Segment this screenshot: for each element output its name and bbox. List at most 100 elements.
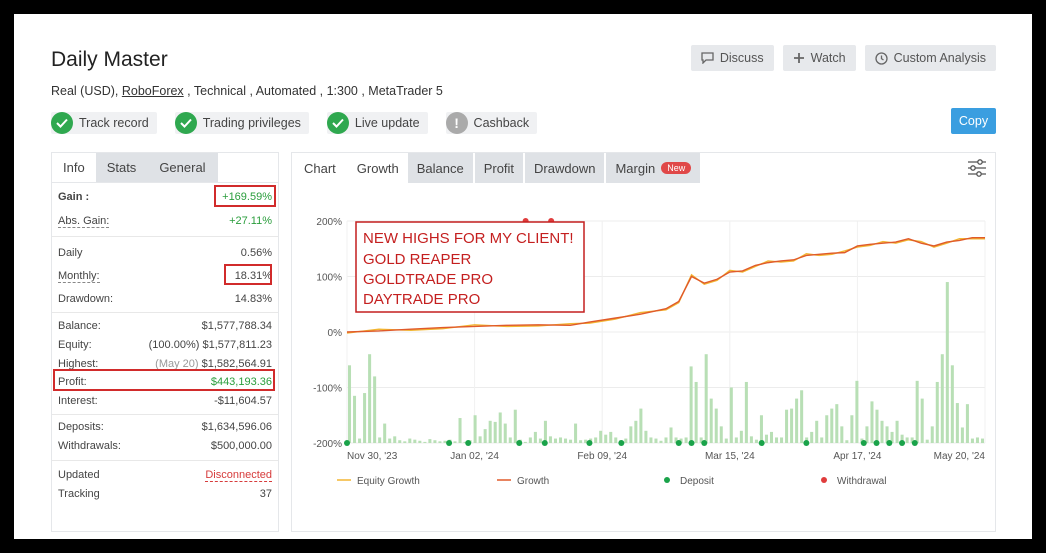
legend-swatch bbox=[821, 477, 827, 483]
stat-interest: Interest: -$11,604.57 bbox=[58, 395, 272, 407]
bar bbox=[564, 438, 568, 443]
bar bbox=[825, 415, 829, 443]
filter-settings-icon[interactable] bbox=[967, 159, 987, 177]
bar bbox=[388, 438, 392, 443]
bar bbox=[775, 437, 779, 443]
bar bbox=[569, 439, 573, 443]
tab-balance[interactable]: Balance bbox=[407, 153, 473, 183]
stat-deposits: Deposits: $1,634,596.06 bbox=[58, 421, 272, 433]
page-frame: Daily Master Real (USD), RoboForex , Tec… bbox=[14, 14, 1032, 539]
bar bbox=[533, 431, 537, 443]
tab-profit[interactable]: Profit bbox=[474, 153, 524, 183]
badge-live-update[interactable]: Live update bbox=[326, 112, 428, 134]
bar bbox=[483, 429, 487, 443]
bar bbox=[724, 438, 728, 443]
bar bbox=[704, 354, 708, 443]
bar bbox=[810, 431, 814, 443]
bar bbox=[373, 376, 377, 443]
bar bbox=[744, 381, 748, 443]
x-tick-label: Apr 17, '24 bbox=[833, 451, 881, 462]
deposit-marker bbox=[758, 440, 765, 446]
bar bbox=[614, 437, 618, 443]
bar bbox=[930, 426, 934, 443]
bar bbox=[709, 398, 713, 443]
highlight-box-gain bbox=[214, 185, 276, 207]
divider bbox=[52, 460, 278, 461]
tab-stats[interactable]: Stats bbox=[95, 153, 148, 182]
bar bbox=[785, 409, 789, 443]
y-tick-label: 200% bbox=[316, 217, 342, 228]
bar bbox=[875, 409, 879, 443]
bar bbox=[975, 437, 979, 443]
bar bbox=[579, 440, 583, 443]
highlight-box-profit bbox=[53, 369, 275, 391]
bar bbox=[458, 418, 462, 443]
x-tick-label: May 20, '24 bbox=[934, 451, 986, 462]
watch-button[interactable]: Watch bbox=[782, 45, 856, 71]
stat-updated: Updated Disconnected bbox=[58, 468, 272, 482]
bar bbox=[624, 438, 628, 443]
x-tick-label: Jan 02, '24 bbox=[450, 451, 499, 462]
bar bbox=[714, 408, 718, 443]
bar bbox=[609, 431, 613, 443]
bar bbox=[408, 438, 412, 443]
bar bbox=[553, 438, 557, 443]
discuss-button[interactable]: Discuss bbox=[690, 45, 774, 71]
deposit-marker bbox=[911, 440, 918, 446]
check-icon bbox=[326, 112, 349, 134]
bar bbox=[980, 438, 984, 443]
x-tick-label: Nov 30, '23 bbox=[347, 451, 398, 462]
clock-icon bbox=[874, 51, 888, 65]
bar bbox=[915, 380, 919, 443]
divider bbox=[52, 312, 278, 313]
copy-button[interactable]: Copy bbox=[951, 108, 996, 134]
bar bbox=[815, 420, 819, 443]
bar bbox=[950, 365, 954, 443]
legend-label: Withdrawal bbox=[837, 476, 886, 487]
bar bbox=[644, 430, 648, 443]
bar bbox=[478, 436, 482, 443]
tab-general[interactable]: General bbox=[147, 153, 218, 182]
bar bbox=[925, 439, 929, 443]
tab-drawdown[interactable]: Drawdown bbox=[525, 153, 605, 183]
bar bbox=[780, 437, 784, 443]
bar bbox=[629, 426, 633, 443]
bar bbox=[870, 401, 874, 443]
bar bbox=[945, 282, 949, 443]
bar bbox=[503, 423, 507, 443]
bar bbox=[488, 420, 492, 443]
bar bbox=[473, 415, 477, 443]
bar bbox=[558, 437, 563, 443]
badge-track-record[interactable]: Track record bbox=[51, 112, 157, 134]
tab-info[interactable]: Info bbox=[52, 153, 96, 182]
badge-cashback[interactable]: ! Cashback bbox=[445, 112, 538, 134]
stats-tabs: Info Stats General bbox=[52, 153, 278, 183]
tab-growth[interactable]: Growth bbox=[347, 153, 408, 183]
bar bbox=[845, 440, 849, 443]
bar bbox=[453, 441, 457, 443]
badge-trading-privileges[interactable]: Trading privileges bbox=[174, 112, 309, 134]
broker-link[interactable]: RoboForex bbox=[122, 84, 184, 98]
deposit-marker bbox=[688, 440, 695, 446]
check-icon bbox=[174, 112, 197, 134]
deposit-marker bbox=[344, 440, 350, 446]
bar bbox=[664, 437, 668, 443]
x-axis: Nov 30, '23 Jan 02, '24 Feb 09, '24 Mar 15,… bbox=[347, 451, 985, 462]
check-icon bbox=[51, 112, 73, 134]
legend-label: Deposit bbox=[680, 476, 714, 487]
custom-analysis-button[interactable]: Custom Analysis bbox=[864, 45, 996, 71]
bar bbox=[865, 426, 869, 443]
bar bbox=[363, 393, 367, 443]
bar bbox=[348, 365, 352, 443]
tab-margin[interactable]: Margin New bbox=[606, 153, 701, 183]
bar bbox=[970, 438, 974, 443]
y-tick-label: 100% bbox=[316, 273, 342, 284]
divider bbox=[52, 236, 278, 237]
deposit-marker bbox=[618, 440, 625, 446]
bar bbox=[413, 439, 417, 443]
bar bbox=[689, 366, 693, 443]
bar bbox=[920, 398, 924, 443]
stat-tracking: Tracking 37 bbox=[58, 488, 272, 500]
bar bbox=[880, 420, 884, 443]
bar bbox=[493, 421, 497, 443]
